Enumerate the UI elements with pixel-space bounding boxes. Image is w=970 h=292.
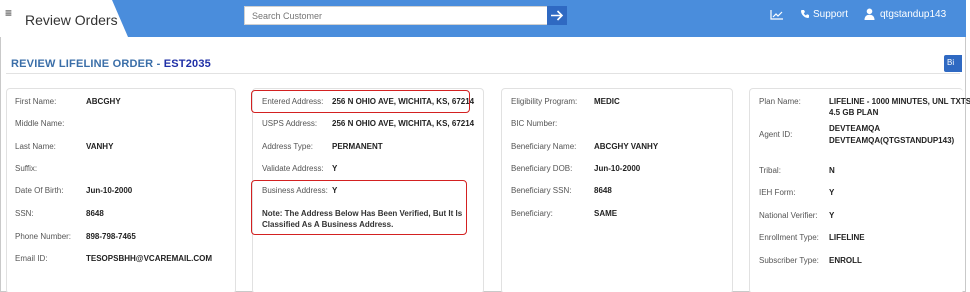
personal-info-card: First Name: ABCGHY Middle Name: Last Nam… [6,88,236,292]
search-input[interactable] [244,6,548,25]
field-value: DEVTEAMQA(QTGSTANDUP143) [829,136,955,145]
page-title-bar: REVIEW LIFELINE ORDER - EST2035 [6,52,960,74]
field-value: Y [829,211,835,220]
order-code: EST2035 [163,58,211,70]
field-label: Beneficiary SSN: [511,186,572,195]
field-label: Subscriber Type: [759,256,819,265]
field-label: Eligibility Program: [511,97,578,106]
field-label: Suffix: [15,164,38,173]
field-value: Y [829,188,835,197]
field-value: SAME [594,209,618,218]
field-label: IEH Form: [759,188,796,197]
field-label: Beneficiary Name: [511,142,577,151]
field-label: SSN: [15,209,34,218]
field-label: National Verifier: [759,211,818,220]
field-value: ABCGHY [86,97,121,106]
field-value: PERMANENT [332,142,383,151]
field-value: TESOPSBHH@VCAREMAIL.COM [86,254,213,263]
field-label: Plan Name: [759,97,801,106]
plan-card: Plan Name: LIFELINE - 1000 MINUTES, UNL … [749,88,970,292]
field-value: ENROLL [829,256,862,265]
arrow-right-icon [551,10,564,21]
search-submit-button[interactable] [547,6,567,25]
business-address-highlight [251,180,467,235]
field-label: Middle Name: [15,119,65,128]
field-label: Last Name: [15,142,56,151]
eligibility-card: Eligibility Program: MEDIC BIC Number: B… [501,88,733,292]
user-icon [864,8,875,20]
field-value: N [829,166,835,175]
field-value: MEDIC [594,97,620,106]
phone-icon [801,10,809,18]
field-value: Jun-10-2000 [594,164,641,173]
username-link[interactable]: qtgstandup143 [880,9,946,20]
field-label: Agent ID: [759,130,793,139]
field-label: Address Type: [262,142,313,151]
field-label: Enrollment Type: [759,233,819,242]
field-value: LIFELINE - 1000 MINUTES, UNL TXTS - [829,97,970,106]
field-value: ABCGHY VANHY [594,142,659,151]
edge-action-button[interactable]: Bi [944,55,962,72]
chart-icon[interactable] [770,9,784,20]
field-label: Phone Number: [15,232,72,241]
field-value: Y [332,164,338,173]
field-value: VANHY [86,142,114,151]
field-value: 8648 [86,209,104,218]
top-nav-bar: ≡ Review Orders Support qtgstandup143 [0,0,966,37]
field-label: Email ID: [15,254,48,263]
field-label: Tribal: [759,166,781,175]
field-value: 4.5 GB PLAN [829,108,879,117]
app-title: Review Orders [25,12,118,28]
field-label: Beneficiary: [511,209,553,218]
field-value: Jun-10-2000 [86,186,133,195]
page-title: REVIEW LIFELINE ORDER - EST2035 [11,58,211,70]
field-label: USPS Address: [262,119,318,128]
menu-icon[interactable]: ≡ [5,7,12,19]
field-label: Date Of Birth: [15,186,64,195]
entered-address-highlight [251,90,470,113]
support-link[interactable]: Support [813,9,848,20]
page-title-prefix: REVIEW LIFELINE ORDER - [11,58,164,70]
field-value: 256 N OHIO AVE, WICHITA, KS, 67214 [332,119,475,128]
field-label: First Name: [15,97,57,106]
field-label: Validate Address: [262,164,324,173]
field-label: Beneficiary DOB: [511,164,573,173]
field-value: 898-798-7465 [86,232,136,241]
field-value: LIFELINE [829,233,865,242]
field-label: BIC Number: [511,119,558,128]
field-value: DEVTEAMQA [829,124,881,133]
field-value: 8648 [594,186,612,195]
